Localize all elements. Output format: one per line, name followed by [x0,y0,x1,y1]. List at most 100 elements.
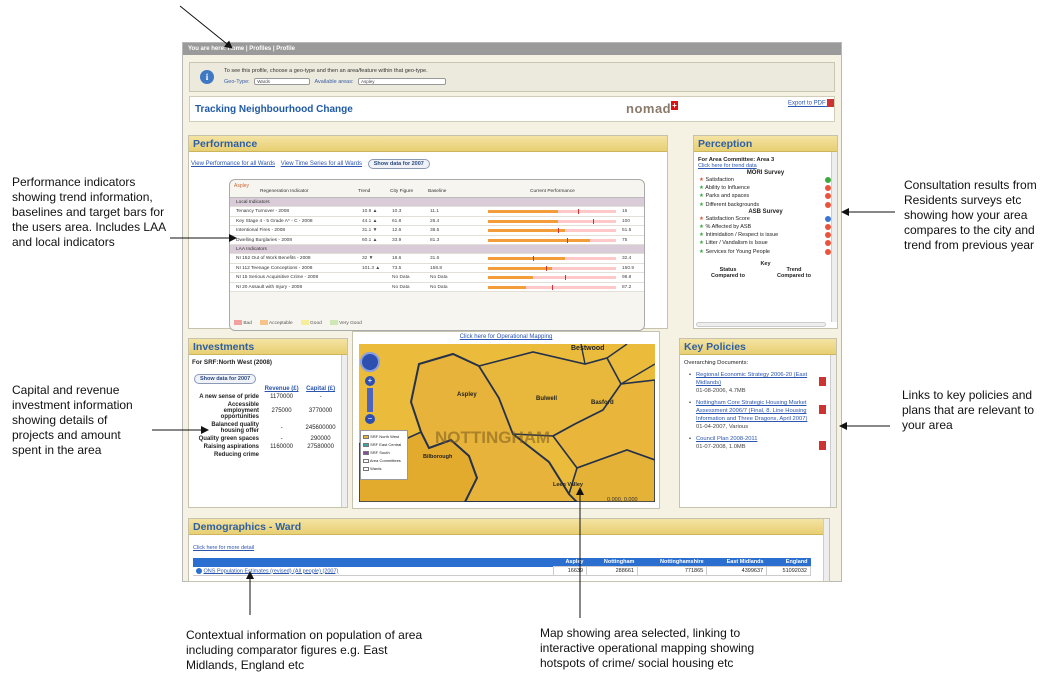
performance-bar [488,228,616,234]
zoom-out-icon[interactable]: − [365,414,375,424]
ons-estimates-link[interactable]: ONS Population Estimates (revised) (All … [204,568,339,574]
policy-meta: 01-08-2006, 4.7MB [696,388,746,394]
performance-row[interactable]: Dwelling Burglaries - 2008 60.1 ▲ 33.9 81.3… [230,235,644,245]
perception-item: ★ Satisfaction Score [699,215,837,223]
performance-row[interactable]: NI 15 Serious Acquisitive Crime - 2008 No… [230,273,644,283]
performance-row[interactable]: NI 112 Teenage Conceptions - 2008 101.3 ▲… [230,263,644,274]
indicator-city: No Data [392,284,410,290]
map-legend-swatch [363,434,369,439]
capital-column-link[interactable]: Capital (£) [302,385,339,393]
show-2007-button[interactable]: Show data for 2007 [367,159,430,169]
performance-bar-fill [488,276,533,280]
performance-row[interactable]: Key Stage 4 - 5 Grade A* - C - 2008 44.1 … [230,216,644,227]
indicator-current: 98.8 [622,275,632,281]
revenue-column-link[interactable]: Revenue (£) [261,385,302,393]
legend-swatch [259,320,268,325]
policy-link[interactable]: Nottingham Core Strategic Housing Market… [696,400,807,422]
info-icon: i [200,70,214,84]
view-time-series-link[interactable]: View Time Series for all Wards [281,161,362,167]
star-icon: ★ [699,193,704,200]
perception-scrollbar[interactable] [831,152,837,322]
zoom-slider[interactable] [367,388,373,412]
perception-item: ★ Litter / Vandalism is Issue [699,239,837,247]
indicator-name[interactable]: Dwelling Burglaries - 2008 [236,236,292,245]
zoom-in-icon[interactable]: + [365,376,375,386]
export-pdf-link[interactable]: Export to PDF [788,99,835,107]
perception-item: ★ % Affected by ASB [699,223,837,231]
performance-row[interactable]: Intentional Fires - 2008 31.1 ▼ 12.6 38.5 51… [230,226,644,236]
operational-mapping-link[interactable]: Click here for Operational Mapping [353,334,659,340]
perception-label: Services for Young People [705,248,770,255]
areas-select[interactable]: Aspley [358,78,447,85]
trend-data-link[interactable]: Click here for trend data [694,163,837,169]
investment-revenue: 1160000 [270,444,294,450]
target-marker [577,209,579,215]
pdf-icon[interactable] [819,405,826,414]
demo-row-label[interactable]: ONS Population Estimates (revised) (All … [193,566,553,576]
map-label: Bestwood [571,345,605,352]
investment-capital: - [319,394,322,400]
annotation-performance: Performance indicators showing trend inf… [12,175,166,249]
demo-value: 51092032 [766,566,811,576]
policy-link[interactable]: Regional Economic Strategy 2006-20 (East… [696,372,807,386]
category-local-label: Local Indicators [236,200,270,205]
legend-label: Acceptable [268,320,293,326]
perception-hscrollbar[interactable] [696,322,826,327]
indicator-name[interactable]: Key Stage 4 - 5 Grade A* - C - 2008 [236,217,313,226]
page-header: Tracking Neighbourhood Change nomad+ [189,96,835,122]
perception-label: Litter / Vandalism is Issue [705,240,768,247]
performance-row[interactable]: NI 20 Assault with Injury - 2008 No Data N… [230,282,644,292]
logo-plus-icon: + [671,101,679,110]
geotype-select[interactable]: Wards [254,78,311,85]
indicator-baseline: No Data [430,284,448,290]
investment-row: Balanced quality housing offer - 245600000 [191,421,339,435]
performance-bar-fill [488,285,527,289]
more-detail-link[interactable]: Click here for more detail [193,545,254,551]
indicator-name[interactable]: NI 20 Assault with Injury - 2008 [236,283,302,292]
performance-bar [488,209,616,215]
geotype-label: Geo-Type: [224,78,250,85]
indicator-name[interactable]: NI 15 Serious Acquisitive Crime - 2008 [236,273,318,282]
performance-panel: Performance View Performance for all War… [188,135,668,331]
demographics-scrollbar[interactable] [823,519,829,581]
indicator-name[interactable]: Tenancy Turnover - 2008 [236,207,289,216]
star-icon: ★ [699,248,704,255]
policy-item: • Nottingham Core Strategic Housing Marke… [680,399,836,435]
demo-blank-head [193,558,553,567]
perception-label: Different backgrounds [705,201,760,208]
policies-scrollbar[interactable] [830,355,836,507]
pdf-icon[interactable] [819,441,826,450]
perception-item: ★ Services for Young People [699,248,837,256]
policies-panel: Key Policies Overarching Documents: • Reg… [679,338,837,508]
legend-swatch [300,320,309,325]
star-icon: ★ [699,224,704,231]
indicator-name[interactable]: Intentional Fires - 2008 [236,226,285,235]
demo-value: 771865 [636,566,708,576]
performance-row[interactable]: NI 152 Out of Work Benefits - 2008 32 ▼ 18… [230,254,644,264]
indicator-current: 87.2 [622,284,632,290]
investment-revenue: - [280,425,283,431]
performance-table: Aspley Regeneration Indicator Trend City… [229,179,645,331]
indicator-name[interactable]: NI 152 Out of Work Benefits - 2008 [236,254,311,263]
demo-col-head: Nottinghamshire [659,559,704,565]
investments-scrollbar[interactable] [341,355,347,507]
map-panel: Click here for Operational Mapping Bestw… [352,331,660,509]
map-zoom-control[interactable]: + − [360,352,380,426]
legend-item: Acceptable [259,320,293,326]
pan-control-icon[interactable] [360,352,380,372]
demographics-title: Demographics - Ward [189,519,829,535]
legend-swatch [234,320,242,325]
pdf-icon[interactable] [819,377,826,386]
policy-link[interactable]: Council Plan 2008-2011 [696,436,757,442]
legend-label: Good [310,320,322,326]
performance-row[interactable]: Tenancy Turnover - 2008 10.9 ▲ 10.3 11.1 15 [230,207,644,217]
perception-label: Satisfaction Score [705,215,750,222]
map-label: Leen Valley [553,482,583,488]
indicator-name[interactable]: NI 112 Teenage Conceptions - 2008 [236,264,312,273]
investments-2007-button[interactable]: Show data for 2007 [194,374,257,384]
performance-area: Aspley [234,183,250,189]
policy-list: • Regional Economic Strategy 2006-20 (Eas… [680,371,836,455]
breadcrumb[interactable]: You are here: Home | Profiles | Profile [183,43,841,55]
view-performance-link[interactable]: View Performance for all Wards [191,161,275,167]
annotation-perception: Consultation results from Residents surv… [904,178,1037,252]
